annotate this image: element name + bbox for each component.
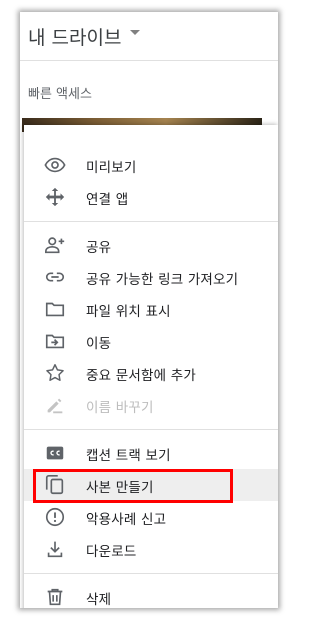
menu-item-label: 공유 가능한 링크 가져오기 bbox=[86, 272, 239, 288]
menu-divider bbox=[24, 573, 278, 574]
add-person-icon bbox=[44, 234, 66, 256]
menu-item-show-file-location[interactable]: 파일 위치 표시 bbox=[24, 293, 278, 325]
closed-caption-icon bbox=[44, 442, 66, 464]
page-title[interactable]: 내 드라이브 bbox=[28, 23, 121, 50]
menu-item-label: 다운로드 bbox=[86, 544, 137, 560]
menu-item-label: 중요 문서함에 추가 bbox=[86, 368, 196, 384]
menu-item-view-caption-tracks[interactable]: 캡션 트랙 보기 bbox=[24, 437, 278, 469]
menu-item-label: 이동 bbox=[86, 336, 112, 352]
menu-divider bbox=[24, 221, 278, 222]
trash-icon bbox=[44, 586, 66, 608]
menu-item-share[interactable]: 공유 bbox=[24, 229, 278, 261]
context-menu: 미리보기 연결 앱 공유 공유 가능한 링크 가져오기 파일 위치 표시 이동 … bbox=[24, 125, 278, 608]
folder-icon bbox=[44, 298, 66, 320]
drive-header: 내 드라이브 bbox=[20, 12, 278, 61]
menu-item-move[interactable]: 이동 bbox=[24, 325, 278, 357]
menu-item-connected-apps[interactable]: 연결 앱 bbox=[24, 181, 278, 213]
menu-item-label: 연결 앱 bbox=[86, 192, 129, 208]
menu-item-add-to-starred[interactable]: 중요 문서함에 추가 bbox=[24, 357, 278, 389]
drive-window: 내 드라이브 빠른 액세스 미리보기 연결 앱 공유 공유 가능한 링크 가져오… bbox=[20, 12, 278, 608]
menu-item-preview[interactable]: 미리보기 bbox=[24, 149, 278, 181]
move-to-folder-icon bbox=[44, 330, 66, 352]
alert-circle-icon bbox=[44, 506, 66, 528]
quick-access-heading: 빠른 액세스 bbox=[28, 87, 92, 102]
link-icon bbox=[44, 266, 66, 288]
menu-item-download[interactable]: 다운로드 bbox=[24, 533, 278, 565]
annotation-highlight-box bbox=[33, 469, 233, 503]
menu-item-delete[interactable]: 삭제 bbox=[24, 581, 278, 608]
menu-item-label: 공유 bbox=[86, 240, 112, 256]
menu-item-label: 파일 위치 표시 bbox=[86, 304, 171, 320]
menu-divider bbox=[24, 429, 278, 430]
download-icon bbox=[44, 538, 66, 560]
menu-item-rename: 이름 바꾸기 bbox=[24, 389, 278, 421]
menu-item-label: 캡션 트랙 보기 bbox=[86, 448, 171, 464]
menu-item-label: 미리보기 bbox=[86, 160, 137, 176]
star-icon bbox=[44, 362, 66, 384]
move-arrows-icon bbox=[44, 186, 66, 208]
menu-item-report-abuse[interactable]: 악용사례 신고 bbox=[24, 501, 278, 533]
eye-icon bbox=[44, 154, 66, 176]
pencil-icon bbox=[44, 394, 66, 416]
chevron-down-icon[interactable] bbox=[130, 30, 140, 35]
menu-item-label: 이름 바꾸기 bbox=[86, 400, 154, 416]
menu-item-get-link[interactable]: 공유 가능한 링크 가져오기 bbox=[24, 261, 278, 293]
menu-item-label: 악용사례 신고 bbox=[86, 512, 167, 528]
menu-item-label: 삭제 bbox=[86, 592, 112, 608]
